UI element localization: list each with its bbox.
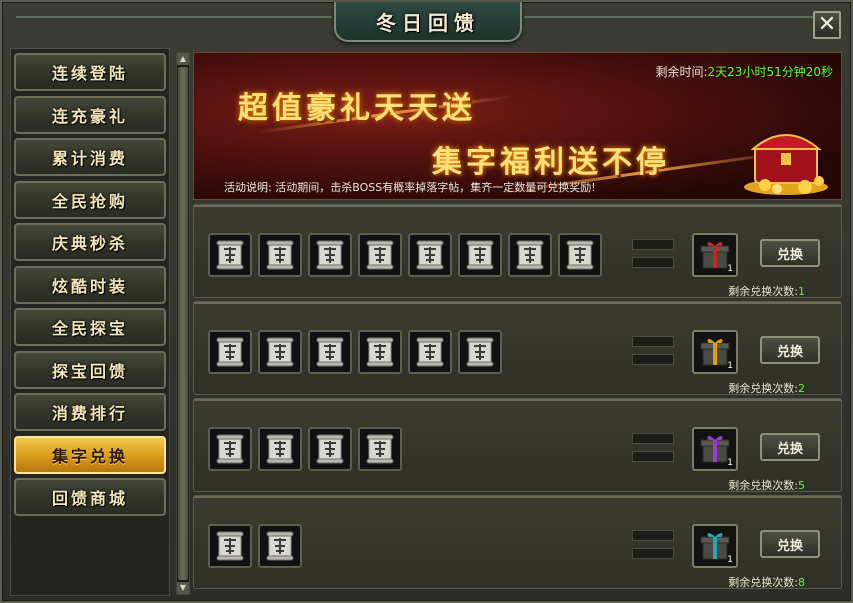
remaining-value: 8 xyxy=(798,576,805,589)
scroll-up-icon[interactable]: ▲ xyxy=(177,53,189,65)
title-divider-right xyxy=(524,16,814,18)
sidebar-item-treasure-hunt[interactable]: 全民探宝 xyxy=(14,308,166,346)
sidebar-item-label: 全民探宝 xyxy=(51,319,128,338)
exchange-button[interactable]: 兑换 xyxy=(760,336,820,364)
sidebar-nav: 连续登陆 连充豪礼 累计消费 全民抢购 庆典秒杀 炫酷时装 全民探宝 探宝回馈 … xyxy=(10,48,170,596)
scroll-icon[interactable] xyxy=(408,330,452,374)
sidebar-item-login[interactable]: 连续登陆 xyxy=(14,53,166,91)
scroll-icon[interactable] xyxy=(308,427,352,471)
sidebar-item-label: 连充豪礼 xyxy=(51,106,128,126)
remaining-label: 剩余兑换次数: xyxy=(728,576,798,589)
scroll-icon[interactable] xyxy=(258,427,302,471)
sidebar-item-celebration-sale[interactable]: 庆典秒杀 xyxy=(14,223,166,261)
sidebar-item-label: 探宝回馈 xyxy=(51,361,128,381)
gift-box-icon[interactable]: 1 xyxy=(692,427,738,471)
reward-count: 1 xyxy=(727,458,733,468)
close-icon: ✕ xyxy=(817,12,837,37)
equals-sign xyxy=(632,433,674,469)
gift-box-icon[interactable]: 1 xyxy=(692,524,738,568)
content-scrollbar[interactable]: ▲ ▼ xyxy=(176,52,190,595)
sidebar-item-label: 消费排行 xyxy=(51,404,128,423)
remaining-value: 5 xyxy=(798,479,805,492)
scroll-icon[interactable] xyxy=(358,427,402,471)
scroll-icon[interactable] xyxy=(308,233,352,277)
exchange-row: 1 兑换 剩余兑换次数:2 xyxy=(193,301,842,395)
scroll-icon[interactable] xyxy=(308,330,352,374)
remaining-label: 剩余兑换次数: xyxy=(728,479,798,492)
remaining-label: 剩余兑换次数: xyxy=(728,285,798,298)
title-divider-left xyxy=(16,16,332,18)
scroll-icon[interactable] xyxy=(508,233,552,277)
remaining-value: 1 xyxy=(798,285,805,298)
sidebar-item-flash-buy[interactable]: 全民抢购 xyxy=(14,180,166,219)
window-title: 冬日回馈 xyxy=(376,10,480,35)
sidebar-item-label: 累计消费 xyxy=(51,149,128,168)
equals-sign xyxy=(632,530,674,566)
scroll-icon[interactable] xyxy=(558,233,602,277)
sidebar-item-label: 庆典秒杀 xyxy=(51,234,128,253)
scroll-icon[interactable] xyxy=(258,330,302,374)
remaining-exchanges: 剩余兑换次数:8 xyxy=(728,574,805,590)
scroll-icon[interactable] xyxy=(458,330,502,374)
description-label: 活动说明: xyxy=(224,181,272,194)
scroll-icon[interactable] xyxy=(358,233,402,277)
scroll-thumb[interactable] xyxy=(178,67,188,580)
countdown: 剩余时间:2天23小时51分钟20秒 xyxy=(656,63,834,80)
sidebar-item-fashion[interactable]: 炫酷时装 xyxy=(14,265,166,304)
scroll-icon[interactable] xyxy=(358,330,402,374)
equals-sign xyxy=(632,336,674,372)
scroll-down-icon[interactable]: ▼ xyxy=(177,582,189,594)
remaining-exchanges: 剩余兑换次数:2 xyxy=(728,380,805,396)
banner-headline-2: 集字福利送不停 xyxy=(432,145,670,180)
sidebar-item-spend-ranking[interactable]: 消费排行 xyxy=(14,393,166,431)
remaining-exchanges: 剩余兑换次数:1 xyxy=(728,283,805,299)
sidebar-item-label: 连续登陆 xyxy=(51,64,128,83)
sidebar-item-label: 炫酷时装 xyxy=(51,276,128,296)
sidebar-item-label: 全民抢购 xyxy=(51,191,128,211)
scroll-icon[interactable] xyxy=(208,233,252,277)
description-text: 活动期间，击杀BOSS有概率掉落字帖，集齐一定数量可兑换奖励! xyxy=(275,181,596,194)
remaining-label: 剩余兑换次数: xyxy=(728,382,798,395)
scroll-icon[interactable] xyxy=(208,330,252,374)
scroll-icon[interactable] xyxy=(258,524,302,568)
scroll-icon[interactable] xyxy=(458,233,502,277)
close-button[interactable]: ✕ xyxy=(813,11,841,39)
countdown-label: 剩余时间: xyxy=(655,65,708,79)
scroll-icon[interactable] xyxy=(258,233,302,277)
reward-count: 1 xyxy=(727,361,733,371)
sidebar-item-cumulative-spend[interactable]: 累计消费 xyxy=(14,138,166,176)
exchange-button[interactable]: 兑换 xyxy=(760,433,820,461)
equals-sign xyxy=(632,239,674,275)
exchange-button[interactable]: 兑换 xyxy=(760,239,820,267)
exchange-row: 1 兑换 剩余兑换次数:5 xyxy=(193,398,842,492)
remaining-exchanges: 剩余兑换次数:5 xyxy=(728,477,805,493)
window-title-tab: 冬日回馈 xyxy=(334,2,522,42)
event-window: 冬日回馈 ✕ 连续登陆 连充豪礼 累计消费 全民抢购 庆典秒杀 炫酷时装 全民探… xyxy=(0,0,853,603)
reward-count: 1 xyxy=(727,264,733,274)
gift-box-icon[interactable]: 1 xyxy=(692,330,738,374)
event-banner: 超值豪礼天天送 集字福利送不停 剩余时间:2天23小时51分钟20秒 活动说明:… xyxy=(193,52,842,200)
sidebar-item-recharge-gift[interactable]: 连充豪礼 xyxy=(14,95,166,134)
reward-count: 1 xyxy=(727,555,733,565)
sidebar-item-hunt-rewards[interactable]: 探宝回馈 xyxy=(14,350,166,389)
sidebar-item-label: 回馈商城 xyxy=(51,489,128,508)
banner-headline-1: 超值豪礼天天送 xyxy=(238,91,476,126)
sidebar-item-word-exchange[interactable]: 集字兑换 xyxy=(14,435,166,474)
scroll-icon[interactable] xyxy=(408,233,452,277)
countdown-value: 2天23小时51分钟20秒 xyxy=(707,65,833,79)
sidebar-item-label: 集字兑换 xyxy=(51,446,128,466)
treasure-chest-icon xyxy=(744,134,828,195)
exchange-row: 1 兑换 剩余兑换次数:1 xyxy=(193,204,842,298)
scroll-icon[interactable] xyxy=(208,524,252,568)
remaining-value: 2 xyxy=(798,382,805,395)
scroll-icon[interactable] xyxy=(208,427,252,471)
sidebar-item-reward-shop[interactable]: 回馈商城 xyxy=(14,478,166,516)
exchange-button[interactable]: 兑换 xyxy=(760,530,820,558)
exchange-row: 1 兑换 剩余兑换次数:8 xyxy=(193,495,842,589)
gift-box-icon[interactable]: 1 xyxy=(692,233,738,277)
event-description: 活动说明: 活动期间，击杀BOSS有概率掉落字帖，集齐一定数量可兑换奖励! xyxy=(224,179,596,195)
